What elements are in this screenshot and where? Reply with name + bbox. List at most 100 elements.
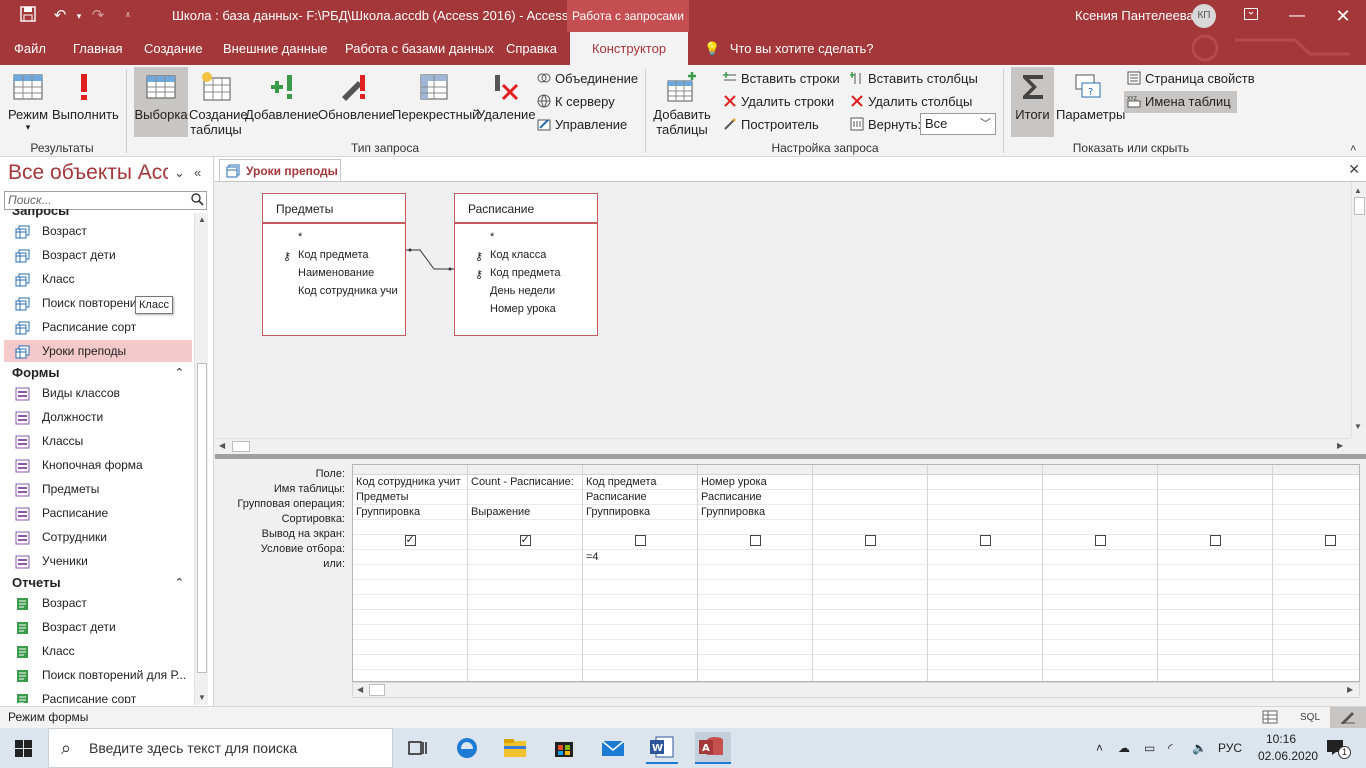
grid-empty-cell[interactable] [813,640,927,655]
grid-empty-cell[interactable] [813,610,927,625]
nav-item[interactable]: Возраст дети [4,616,192,638]
grid-empty-cell[interactable] [1158,640,1272,655]
delete-columns-button[interactable]: Удалить столбцы [850,91,972,113]
table-field[interactable]: Номер урока [455,300,597,318]
grid-total-cell[interactable] [1273,505,1359,520]
grid-empty-cell[interactable] [1273,670,1359,681]
grid-empty-cell[interactable] [928,595,1042,610]
volume-icon[interactable]: 🔈 [1192,728,1207,768]
grid-criteria-cell[interactable] [1158,550,1272,565]
grid-empty-cell[interactable] [1273,595,1359,610]
grid-total-cell[interactable]: Группировка [353,505,467,520]
grid-or-cell[interactable] [928,565,1042,580]
table-field[interactable]: * [455,228,597,246]
grid-empty-cell[interactable] [1043,640,1157,655]
edge-browser-icon[interactable] [451,732,483,764]
grid-table-cell[interactable]: Предметы [353,490,467,505]
store-icon[interactable] [548,732,580,764]
ribbon-display-icon[interactable] [1228,0,1274,32]
input-language[interactable]: РУС [1218,728,1242,768]
scroll-down-icon[interactable]: ▼ [1354,422,1362,431]
column-selector[interactable] [1043,465,1157,475]
grid-empty-cell[interactable] [468,610,582,625]
union-query-button[interactable]: Объединение [537,68,638,90]
nav-item[interactable]: Классы [4,430,192,452]
grid-empty-cell[interactable] [1043,595,1157,610]
nav-item[interactable]: Расписание сорт [4,316,192,338]
grid-empty-cell[interactable] [583,595,697,610]
nav-item[interactable]: Предметы [4,478,192,500]
grid-empty-cell[interactable] [353,655,467,670]
grid-show-cell[interactable] [1273,535,1359,550]
table-field[interactable]: * [263,228,405,246]
column-selector[interactable] [1273,465,1359,475]
grid-show-cell[interactable] [813,535,927,550]
insert-rows-button[interactable]: Вставить строки [723,68,840,90]
scroll-thumb[interactable] [1354,197,1365,215]
scroll-down-icon[interactable]: ▼ [195,691,209,705]
grid-empty-cell[interactable] [353,595,467,610]
grid-show-cell[interactable] [698,535,812,550]
grid-total-cell[interactable] [813,505,927,520]
grid-empty-cell[interactable] [928,640,1042,655]
column-selector[interactable] [813,465,927,475]
file-explorer-icon[interactable] [499,732,531,764]
grid-sort-cell[interactable] [1273,520,1359,535]
crosstab-query-button[interactable]: Перекрестный [392,67,479,137]
select-query-button[interactable]: Выборка [134,67,188,137]
delete-rows-button[interactable]: Удалить строки [723,91,834,113]
grid-field-cell[interactable] [1158,475,1272,490]
delete-query-button[interactable]: Удаление [477,67,536,137]
table-pane-vscrollbar[interactable]: ▲ ▼ [1351,182,1366,438]
scroll-up-icon[interactable]: ▲ [1354,186,1362,195]
grid-empty-cell[interactable] [1043,610,1157,625]
table-names-button[interactable]: XYZ Имена таблиц [1124,91,1237,113]
grid-sort-cell[interactable] [928,520,1042,535]
grid-empty-cell[interactable] [1158,610,1272,625]
grid-field-cell[interactable]: Номер урока [698,475,812,490]
grid-total-cell[interactable] [1158,505,1272,520]
show-checkbox[interactable] [864,535,876,546]
grid-empty-cell[interactable] [698,625,812,640]
update-query-button[interactable]: Обновление [318,67,393,137]
column-selector[interactable] [928,465,1042,475]
grid-or-cell[interactable] [813,565,927,580]
grid-sort-cell[interactable] [813,520,927,535]
grid-empty-cell[interactable] [1273,655,1359,670]
grid-field-cell[interactable]: Count - Расписание: [468,475,582,490]
grid-or-cell[interactable] [1158,565,1272,580]
grid-total-cell[interactable]: Выражение [468,505,582,520]
close-document-icon[interactable]: ✕ [1348,161,1360,178]
grid-empty-cell[interactable] [468,625,582,640]
taskbar-search-input[interactable]: ⌕ Введите здесь текст для поиска [48,728,393,768]
grid-empty-cell[interactable] [813,580,927,595]
nav-search-input[interactable]: Поиск... [4,191,207,210]
grid-empty-cell[interactable] [1043,580,1157,595]
grid-empty-cell[interactable] [583,670,697,681]
grid-empty-cell[interactable] [1043,625,1157,640]
grid-sort-cell[interactable] [353,520,467,535]
grid-or-cell[interactable] [698,565,812,580]
grid-empty-cell[interactable] [928,625,1042,640]
nav-item[interactable]: Возраст [4,220,192,242]
show-checkbox[interactable] [519,535,531,548]
relationship-join-line[interactable] [406,242,454,272]
table-field[interactable]: Наименование [263,264,405,282]
grid-table-cell[interactable] [1043,490,1157,505]
nav-item[interactable]: Уроки преподы [4,340,192,362]
grid-criteria-cell[interactable] [698,550,812,565]
grid-empty-cell[interactable] [813,595,927,610]
table-field[interactable]: День недели [455,282,597,300]
show-checkbox[interactable] [1209,535,1221,546]
totals-button[interactable]: Итоги [1011,67,1054,137]
scroll-left-icon[interactable]: ◀ [357,685,363,694]
collapse-ribbon-icon[interactable]: ˄ [1350,143,1356,155]
grid-empty-cell[interactable] [813,625,927,640]
grid-empty-cell[interactable] [468,655,582,670]
grid-criteria-cell[interactable] [813,550,927,565]
nav-item[interactable]: Класс [4,268,192,290]
grid-criteria-cell[interactable] [468,550,582,565]
grid-field-cell[interactable] [1043,475,1157,490]
nav-item[interactable]: Должности [4,406,192,428]
grid-criteria-cell[interactable] [1273,550,1359,565]
